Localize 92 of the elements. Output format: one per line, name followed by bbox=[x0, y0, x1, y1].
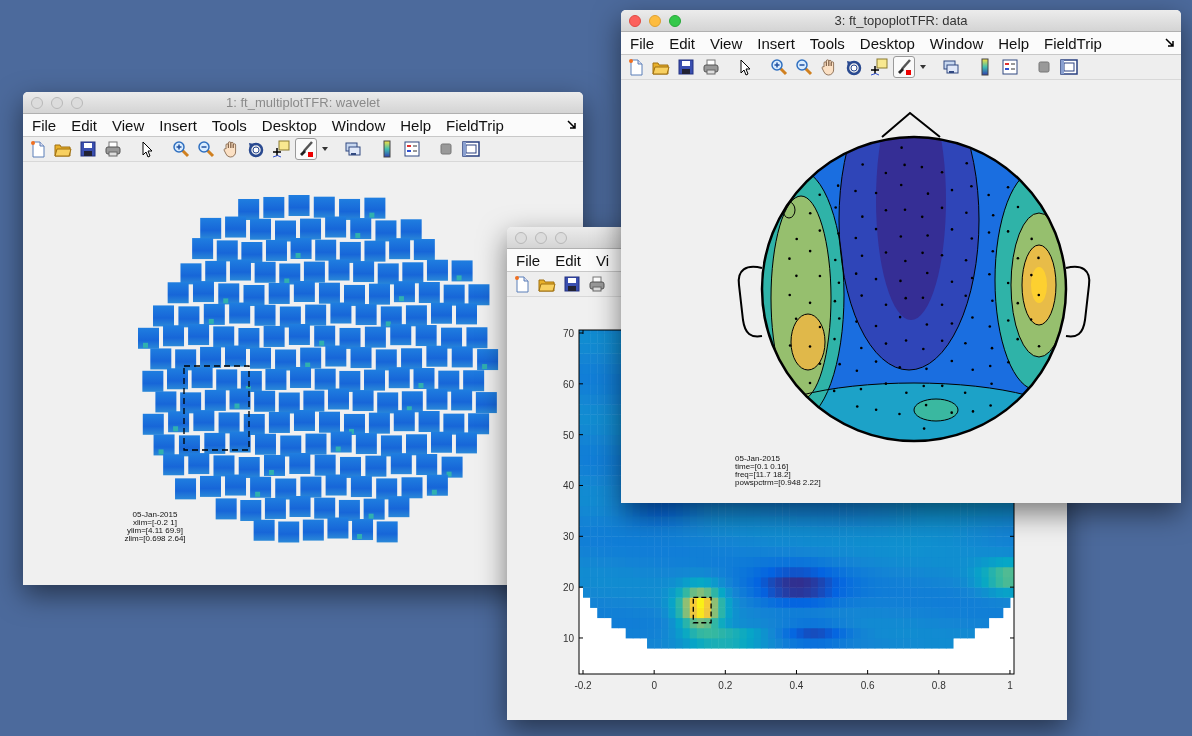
axis-tick-label: -0.2 bbox=[574, 680, 592, 691]
floppy-disk-button[interactable] bbox=[77, 138, 99, 160]
printer-icon bbox=[702, 58, 720, 76]
printer-icon bbox=[588, 275, 606, 293]
printer-button[interactable] bbox=[700, 56, 722, 78]
zoom-out-button[interactable] bbox=[793, 56, 815, 78]
zoom-out-icon bbox=[197, 140, 215, 158]
menu-item[interactable]: Desktop bbox=[853, 34, 924, 52]
menu-item[interactable]: Vi bbox=[590, 251, 619, 269]
printer-button[interactable] bbox=[102, 138, 124, 160]
square-icon bbox=[1035, 58, 1053, 76]
menu-item[interactable]: View bbox=[704, 34, 752, 52]
axis-tick-label: 40 bbox=[562, 480, 574, 492]
legend-icon bbox=[403, 140, 421, 158]
axis-tick-label: 30 bbox=[562, 531, 574, 543]
axis-tick-label: 20 bbox=[562, 582, 574, 594]
axis-tick-label: 60 bbox=[562, 378, 574, 390]
caret-icon bbox=[322, 147, 328, 151]
annotation-text: xlim=[-0.2 1] bbox=[133, 518, 177, 527]
data-cursor-icon bbox=[870, 58, 888, 76]
data-cursor-icon bbox=[272, 140, 290, 158]
menu-item[interactable]: FieldTrip bbox=[1038, 34, 1111, 52]
annotation-text: powspctrm=[0.948 2.22] bbox=[735, 478, 821, 487]
axis-tick-label: 50 bbox=[562, 429, 574, 441]
zoom-button[interactable] bbox=[669, 14, 681, 27]
menu-item[interactable]: File bbox=[26, 116, 66, 134]
printer-icon bbox=[104, 140, 122, 158]
menu-item[interactable]: Edit bbox=[549, 251, 591, 269]
close-button[interactable] bbox=[629, 14, 641, 27]
brush-button[interactable] bbox=[295, 138, 317, 160]
floppy-disk-button[interactable] bbox=[561, 273, 583, 295]
axis-tick-label: 1 bbox=[1007, 680, 1013, 691]
square-icon bbox=[437, 140, 455, 158]
menu-item[interactable]: View bbox=[106, 116, 154, 134]
menu-item[interactable]: Help bbox=[992, 34, 1039, 52]
panel-window-button[interactable] bbox=[1058, 56, 1080, 78]
new-file-icon bbox=[627, 58, 645, 76]
legend-button[interactable] bbox=[999, 56, 1021, 78]
annotation-text: 05-Jan-2015 bbox=[735, 454, 780, 463]
annotation-text: time=[0.1 0.16] bbox=[735, 462, 789, 471]
menu-item[interactable]: Insert bbox=[751, 34, 804, 52]
annotation-text: freq=[11.7 18.2] bbox=[735, 470, 791, 479]
new-file-icon bbox=[29, 140, 47, 158]
annotation-text: 05-Jan-2015 bbox=[132, 510, 178, 519]
zoom-in-icon bbox=[172, 140, 190, 158]
menu-item[interactable]: Help bbox=[394, 116, 441, 134]
axis-tick-label: 0.8 bbox=[931, 680, 946, 691]
caret-icon bbox=[920, 65, 926, 69]
menu-item[interactable]: File bbox=[624, 34, 664, 52]
selection-box bbox=[692, 596, 712, 624]
legend-button[interactable] bbox=[401, 138, 423, 160]
window-title: 1: ft_multiplotTFR: wavelet bbox=[225, 95, 381, 110]
menu-item[interactable]: Window bbox=[923, 34, 993, 52]
data-cursor-button[interactable] bbox=[270, 138, 292, 160]
linked-windows-icon bbox=[344, 140, 362, 158]
rotate-icon bbox=[845, 58, 863, 76]
annotation-text: ylim=[4.11 69.9] bbox=[126, 526, 184, 535]
menu-item[interactable]: Tools bbox=[205, 116, 256, 134]
zoom-in-icon bbox=[770, 58, 788, 76]
axis-tick-label: 0 bbox=[651, 680, 657, 691]
dock-arrow-icon[interactable] bbox=[1165, 38, 1175, 48]
linked-windows-icon bbox=[942, 58, 960, 76]
axis-tick-label: 10 bbox=[562, 633, 574, 644]
menu-item[interactable]: Tools bbox=[803, 34, 854, 52]
menu-item[interactable]: FieldTrip bbox=[440, 116, 513, 134]
menu-item[interactable]: Edit bbox=[663, 34, 705, 52]
printer-button[interactable] bbox=[586, 273, 608, 295]
data-cursor-button[interactable] bbox=[868, 56, 890, 78]
axis-tick-label: 70 bbox=[562, 328, 574, 339]
zoom-in-button[interactable] bbox=[170, 138, 192, 160]
menu-item[interactable]: Desktop bbox=[255, 116, 326, 134]
rotate-icon bbox=[247, 140, 265, 158]
floppy-disk-button[interactable] bbox=[675, 56, 697, 78]
axis-tick-label: 0.4 bbox=[789, 680, 804, 691]
menu-item[interactable]: Insert bbox=[153, 116, 206, 134]
axis-tick-label: 0.2 bbox=[718, 680, 733, 691]
window-title: 3: ft_topoplotTFR: data bbox=[833, 13, 969, 28]
new-file-icon bbox=[513, 275, 531, 293]
zoom-in-button[interactable] bbox=[768, 56, 790, 78]
zoom-out-icon bbox=[795, 58, 813, 76]
panel-window-button[interactable] bbox=[460, 138, 482, 160]
menu-item[interactable]: File bbox=[510, 251, 550, 269]
panel-window-icon bbox=[1060, 58, 1078, 76]
brush-button[interactable] bbox=[893, 56, 915, 78]
menu-item[interactable]: Edit bbox=[65, 116, 107, 134]
legend-icon bbox=[1001, 58, 1019, 76]
dock-arrow-icon[interactable] bbox=[567, 120, 577, 130]
axis-tick-label: 0.6 bbox=[860, 680, 875, 691]
annotation-text: zlim=[0.698 2.64] bbox=[124, 534, 186, 543]
menu-item[interactable]: Window bbox=[325, 116, 395, 134]
panel-window-icon bbox=[462, 140, 480, 158]
zoom-out-button[interactable] bbox=[195, 138, 217, 160]
